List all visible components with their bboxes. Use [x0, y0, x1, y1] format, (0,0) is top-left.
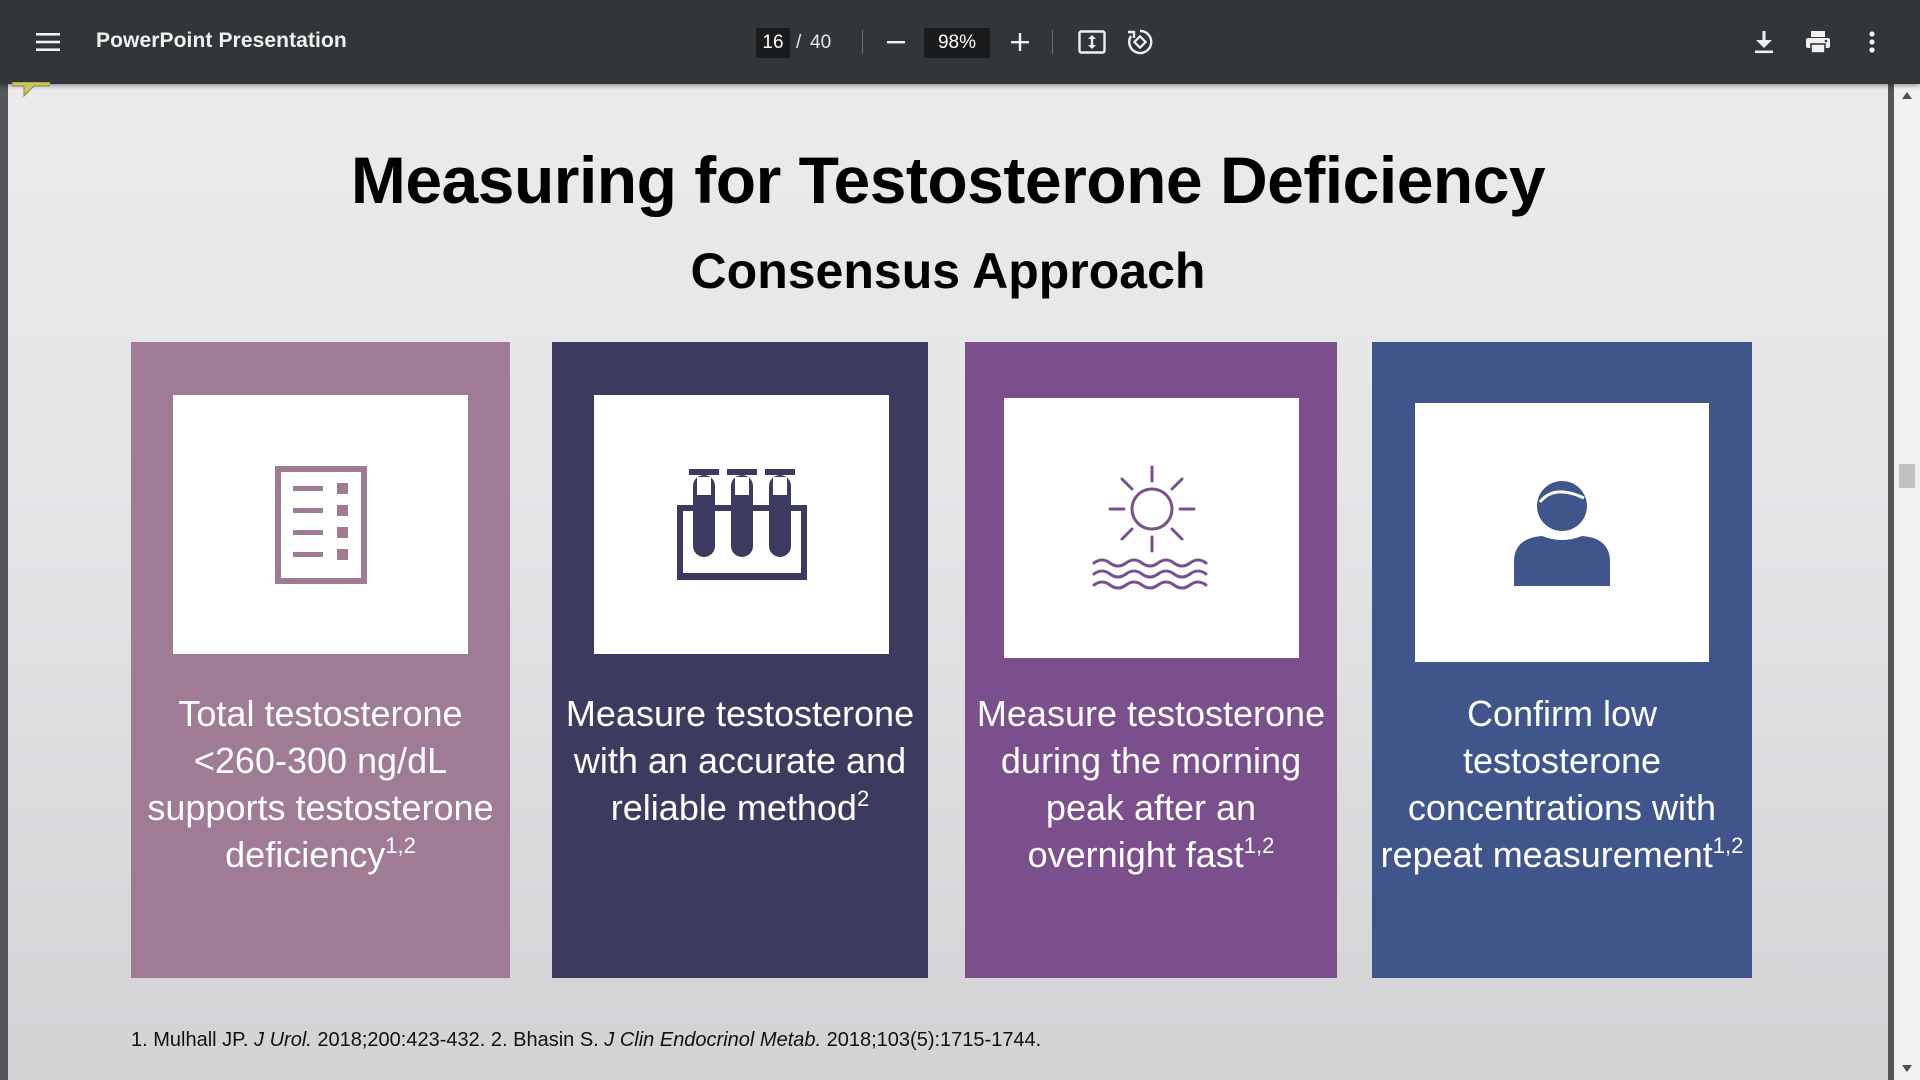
menu-button[interactable]: [28, 22, 68, 62]
references: 1. Mulhall JP. J Urol. 2018;200:423-432.…: [131, 1029, 1042, 1051]
card-text: Confirm low testosterone concentrations …: [1380, 693, 1744, 875]
icon-panel: [1004, 398, 1299, 658]
card-repeat-measurement: Confirm low testosterone concentrations …: [1372, 342, 1752, 978]
download-icon: [1755, 31, 1773, 54]
card-text: Measure testosterone during the morning …: [976, 693, 1326, 875]
slide-title: Measuring for Testosterone Deficiency: [350, 143, 1546, 217]
page-number-input[interactable]: [756, 28, 790, 58]
zoom-input[interactable]: [924, 28, 990, 58]
slide-subtitle: Consensus Approach: [690, 243, 1206, 299]
zoom-out-button[interactable]: [876, 22, 916, 62]
scroll-up-arrow-icon[interactable]: [1902, 92, 1912, 99]
pdf-toolbar: PowerPoint Presentation / 40: [0, 0, 1920, 84]
plus-icon: [1011, 33, 1029, 51]
menu-icon: [36, 33, 60, 51]
more-vert-icon: [1869, 31, 1875, 53]
minus-icon: [887, 41, 905, 44]
download-button[interactable]: [1744, 22, 1784, 62]
icon-panel: [173, 395, 468, 654]
print-button[interactable]: [1798, 22, 1838, 62]
fit-page-button[interactable]: [1072, 22, 1112, 62]
scroll-down-arrow-icon[interactable]: [1902, 1065, 1912, 1072]
person-icon: [1514, 480, 1610, 586]
toolbar-divider: [862, 30, 863, 54]
icon-panel: [594, 395, 889, 654]
print-icon: [1806, 31, 1830, 54]
card-morning-peak: Measure testosterone during the morning …: [965, 342, 1337, 978]
scroll-thumb[interactable]: [1899, 464, 1915, 488]
icon-panel: [1415, 403, 1709, 662]
vertical-scrollbar[interactable]: [1894, 84, 1920, 1080]
checklist-icon: [274, 465, 367, 584]
page-total: 40: [810, 32, 832, 53]
slide-page: Measuring for Testosterone Deficiency Co…: [8, 84, 1888, 1080]
card-text: Total testosterone <260-300 ng/dL suppor…: [147, 693, 494, 875]
zoom-in-button[interactable]: [1000, 22, 1040, 62]
document-title: PowerPoint Presentation: [96, 29, 347, 52]
sunrise-icon: [1092, 465, 1207, 590]
more-options-button[interactable]: [1852, 22, 1892, 62]
page-separator: /: [796, 32, 802, 53]
rotate-icon: [1128, 29, 1153, 55]
fit-page-icon: [1078, 30, 1106, 54]
card-total-testosterone: Total testosterone <260-300 ng/dL suppor…: [131, 342, 510, 978]
toolbar-divider: [1052, 30, 1053, 54]
comment-marker-icon[interactable]: [12, 82, 50, 98]
card-text: Measure testosterone with an accurate an…: [565, 693, 915, 828]
test-tubes-icon: [676, 468, 807, 580]
card-accurate-method: Measure testosterone with an accurate an…: [552, 342, 928, 978]
rotate-button[interactable]: [1120, 22, 1160, 62]
